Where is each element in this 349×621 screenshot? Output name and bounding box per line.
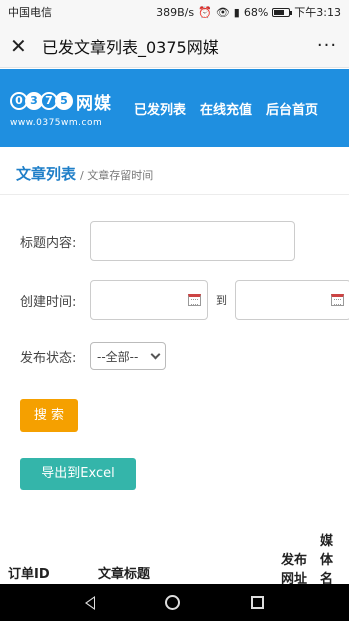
date-range-separator: 到 bbox=[216, 294, 227, 307]
system-nav-bar bbox=[0, 584, 349, 621]
signal-icon: ▮ bbox=[233, 5, 240, 19]
nav-online-recharge[interactable]: 在线充值 bbox=[200, 99, 252, 118]
title-input[interactable] bbox=[90, 221, 295, 261]
recent-apps-icon[interactable] bbox=[250, 596, 264, 609]
chevron-down-icon bbox=[150, 349, 161, 359]
nav-published-list[interactable]: 已发列表 bbox=[134, 99, 186, 118]
nav-admin-home[interactable]: 后台首页 bbox=[266, 99, 318, 118]
column-header-article-title: 文章标题 bbox=[98, 567, 151, 582]
breadcrumb: 文章列表 / 文章存留时间 bbox=[0, 147, 349, 195]
publish-status-select[interactable]: --全部-- bbox=[90, 342, 166, 370]
publish-status-row: 发布状态: --全部-- bbox=[20, 342, 166, 370]
export-excel-button[interactable]: 导出到Excel bbox=[20, 458, 136, 490]
top-nav: 已发列表 在线充值 后台首页 bbox=[134, 99, 318, 118]
network-speed: 389B/s bbox=[156, 5, 195, 19]
created-time-label: 创建时间: bbox=[20, 294, 77, 310]
status-bar: 中国电信 389B/s ⏰ 👁 ▮ 68% 下午3:13 bbox=[0, 0, 349, 24]
battery-percent: 68% bbox=[243, 5, 269, 19]
page-title: 已发文章列表_0375网媒 bbox=[42, 37, 219, 57]
breadcrumb-sub: / 文章存留时间 bbox=[80, 169, 154, 182]
logo-url: www.0375wm.com bbox=[10, 117, 103, 128]
logo-name: 网媒 bbox=[76, 93, 112, 114]
logo-digits: 0 3 7 5 bbox=[10, 92, 73, 110]
more-menu-icon[interactable]: ··· bbox=[315, 35, 339, 56]
title-label: 标题内容: bbox=[20, 235, 77, 251]
date-to-input[interactable] bbox=[235, 280, 349, 320]
close-icon[interactable]: ✕ bbox=[10, 34, 36, 58]
search-button[interactable]: 搜 索 bbox=[20, 399, 78, 432]
breadcrumb-main[interactable]: 文章列表 bbox=[16, 163, 76, 184]
alarm-icon: ⏰ bbox=[198, 5, 212, 19]
back-icon[interactable] bbox=[85, 595, 96, 610]
column-header-media-name: 媒体名 bbox=[320, 534, 334, 587]
site-logo[interactable]: 0 3 7 5 网媒 www.0375wm.com bbox=[10, 83, 122, 133]
created-time-row: 创建时间: 到 bbox=[20, 280, 349, 320]
app-title-bar: ✕ 已发文章列表_0375网媒 ··· bbox=[0, 24, 349, 68]
eye-icon: 👁 bbox=[215, 5, 230, 19]
calendar-icon[interactable] bbox=[331, 294, 344, 306]
date-from-input[interactable] bbox=[90, 280, 208, 320]
home-icon[interactable] bbox=[165, 595, 181, 610]
carrier-label: 中国电信 bbox=[8, 6, 52, 19]
clock: 下午3:13 bbox=[294, 6, 341, 19]
publish-status-label: 发布状态: bbox=[20, 350, 77, 366]
calendar-icon[interactable] bbox=[188, 294, 201, 306]
publish-status-value: --全部-- bbox=[97, 349, 139, 364]
site-header: 0 3 7 5 网媒 www.0375wm.com 已发列表 在线充值 后台首页 bbox=[0, 69, 349, 147]
column-header-order-id: 订单ID bbox=[8, 567, 50, 582]
title-row: 标题内容: bbox=[20, 221, 295, 261]
battery-icon bbox=[272, 7, 293, 17]
